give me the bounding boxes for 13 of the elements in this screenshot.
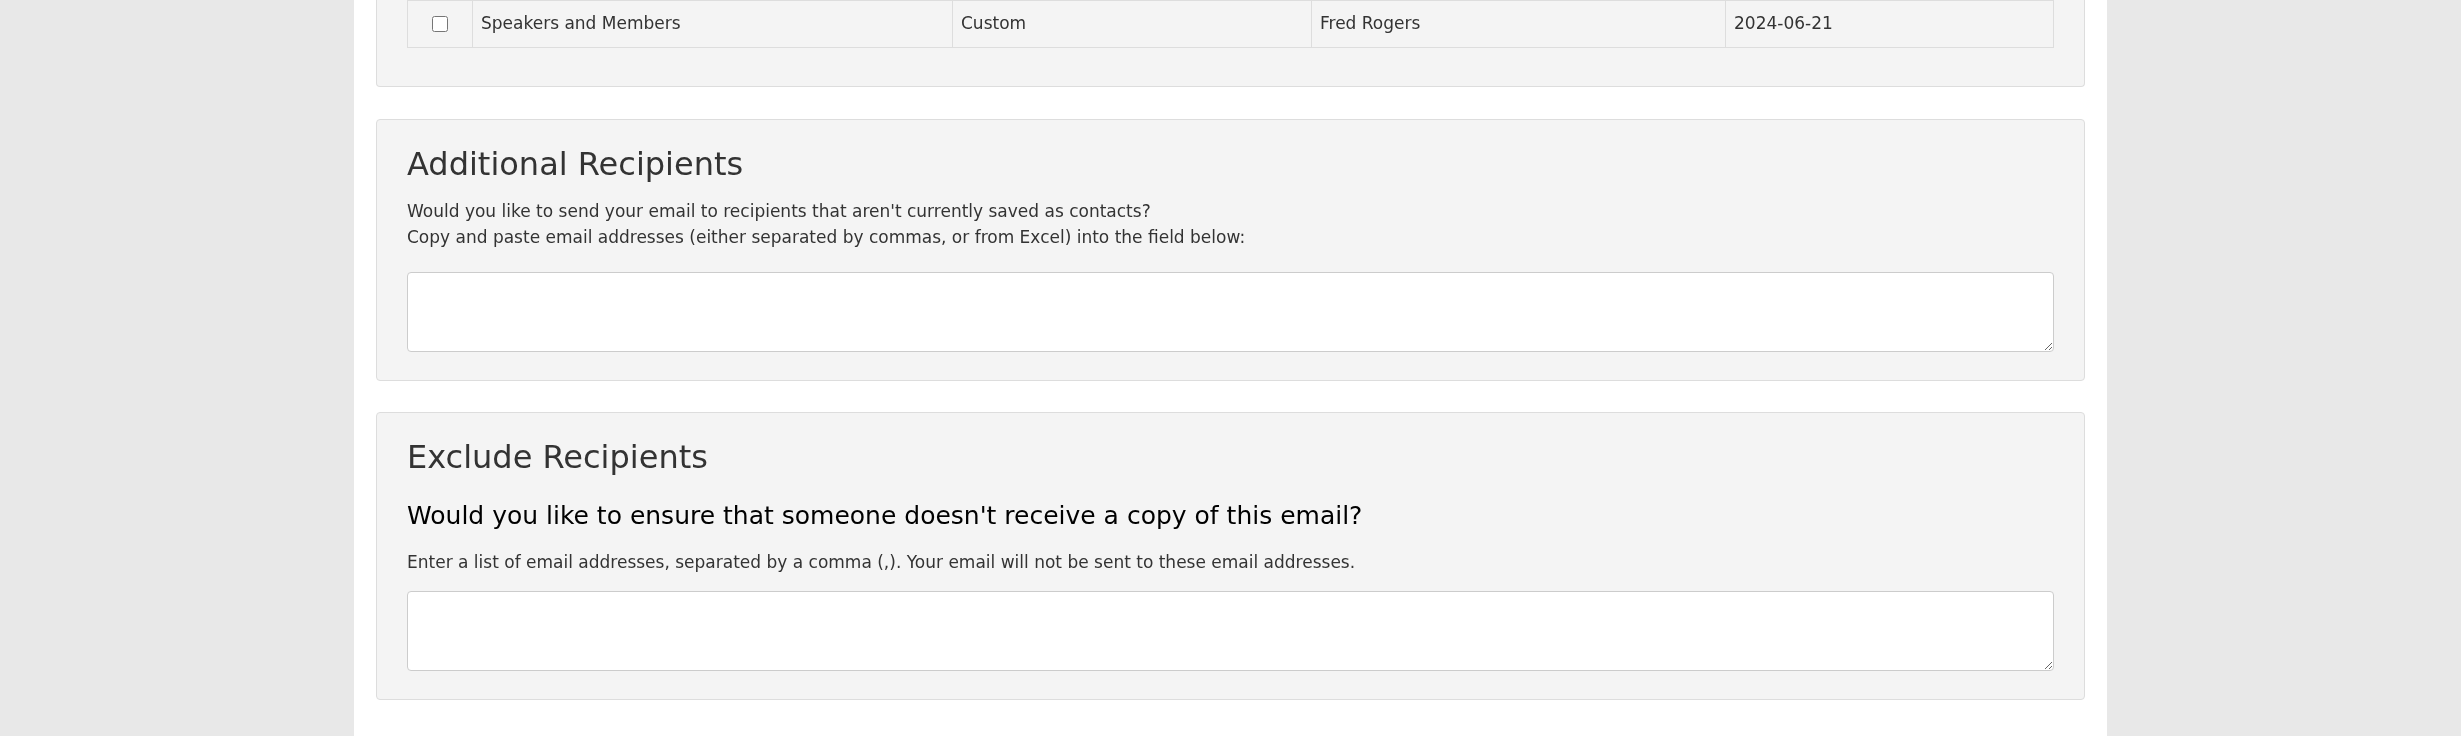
section-title: Exclude Recipients xyxy=(407,437,709,477)
question-heading: Would you like to ensure that someone doesn't receive a copy of this email? xyxy=(407,500,1364,532)
table-cell: Custom xyxy=(953,1,1312,47)
row-checkbox[interactable] xyxy=(432,16,448,32)
instruction-text: Copy and paste email addresses (either separated by commas, or from Excel) into the field below: xyxy=(407,226,1247,249)
table-cell-text: 2024-06-21 xyxy=(1733,12,1834,36)
table-cell: Speakers and Members xyxy=(473,1,953,47)
instruction-text: Would you like to send your email to recipients that aren't currently saved as contacts? xyxy=(407,200,1152,223)
section-title: Additional Recipients xyxy=(407,144,745,184)
help-text: Enter a list of email addresses, separated by a comma (,). Your email will not be sent to these email addresses. xyxy=(407,551,1357,574)
table-cell: Fred Rogers xyxy=(1312,1,1726,47)
exclude-textarea[interactable] xyxy=(407,591,2054,671)
recipients-textarea[interactable] xyxy=(407,272,2054,352)
